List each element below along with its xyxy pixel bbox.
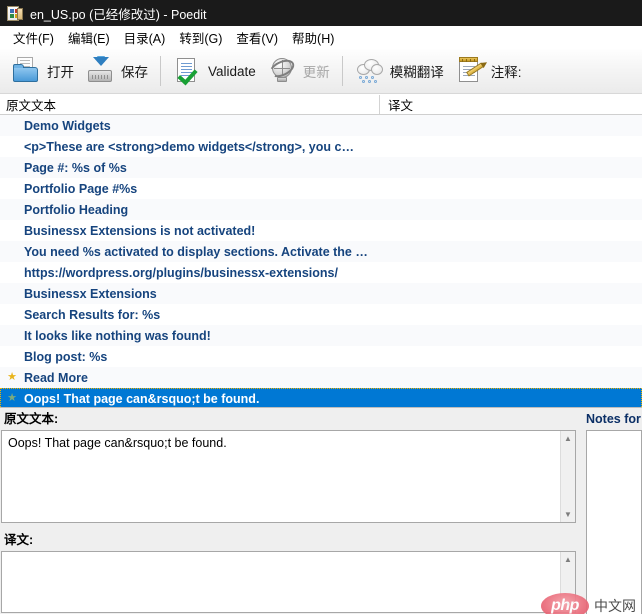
open-button[interactable]: 打开 <box>6 52 80 90</box>
validate-button[interactable]: Validate <box>167 52 262 90</box>
row-flag-icon: ★ <box>7 371 17 383</box>
row-source-text: Businessx Extensions <box>24 286 157 301</box>
save-button[interactable]: 保存 <box>80 52 154 90</box>
source-text-box[interactable]: Oops! That page can&rsquo;t be found. ▲ … <box>1 430 576 523</box>
table-row[interactable]: Businessx Extensions is not activated! <box>0 220 642 241</box>
source-text-label: 原文文本: <box>0 408 578 430</box>
translation-text-value <box>2 552 575 562</box>
notes-label: Notes for <box>586 408 642 430</box>
poedit-window: en_US.po (已经修改过) - Poedit 文件(F) 编辑(E) 目录… <box>0 0 642 614</box>
table-row[interactable]: <p>These are <strong>demo widgets</stron… <box>0 136 642 157</box>
translation-text-scrollbar[interactable]: ▲ ▼ <box>560 552 575 612</box>
scroll-up-icon[interactable]: ▲ <box>561 431 575 446</box>
editor-left-pane: 原文文本: Oops! That page can&rsquo;t be fou… <box>0 408 578 614</box>
table-row[interactable]: You need %s activated to display section… <box>0 241 642 262</box>
save-button-label: 保存 <box>121 65 148 80</box>
menu-item-help[interactable]: 帮助(H) <box>285 26 341 49</box>
row-source-text: You need %s activated to display section… <box>24 244 368 259</box>
row-source-text: Search Results for: %s <box>24 307 161 322</box>
fuzzy-clouds-icon <box>355 56 385 86</box>
table-row[interactable]: ★ Read More <box>0 367 642 388</box>
menu-item-file[interactable]: 文件(F) <box>6 26 61 49</box>
row-source-text: https://wordpress.org/plugins/businessx-… <box>24 265 338 280</box>
catalog-list[interactable]: Demo Widgets <p>These are <strong>demo w… <box>0 115 642 408</box>
row-source-text: Portfolio Heading <box>24 202 129 217</box>
table-row[interactable]: Portfolio Page #%s <box>0 178 642 199</box>
table-row[interactable]: Search Results for: %s <box>0 304 642 325</box>
table-row[interactable]: Page #: %s of %s <box>0 157 642 178</box>
translation-label: 译文: <box>0 529 578 551</box>
toolbar: 打开 保存 Validate 更新 模糊翻译 注释: <box>0 49 642 94</box>
toolbar-separator-1 <box>160 56 161 86</box>
table-row[interactable]: Blog post: %s <box>0 346 642 367</box>
notes-pane: Notes for <box>578 408 642 614</box>
row-source-text: Demo Widgets <box>24 118 111 133</box>
fuzzy-translate-button-label: 模糊翻译 <box>389 65 444 80</box>
row-source-text: <p>These are <strong>demo widgets</stron… <box>24 139 354 154</box>
table-row[interactable]: https://wordpress.org/plugins/businessx-… <box>0 262 642 283</box>
editor-area: 原文文本: Oops! That page can&rsquo;t be fou… <box>0 408 642 614</box>
update-button[interactable]: 更新 <box>262 52 336 90</box>
menu-item-catalog[interactable]: 目录(A) <box>117 26 173 49</box>
notes-button[interactable]: 注释: <box>450 52 528 90</box>
table-row-selected[interactable]: ★ Oops! That page can&rsquo;t be found. <box>0 388 642 407</box>
row-source-text: Portfolio Page #%s <box>24 181 138 196</box>
notes-pencil-icon <box>456 56 486 86</box>
column-header-source[interactable]: 原文文本 <box>0 95 379 114</box>
column-header-translation[interactable]: 译文 <box>379 94 642 114</box>
row-source-text: Page #: %s of %s <box>24 160 127 175</box>
source-text-scrollbar[interactable]: ▲ ▼ <box>560 431 575 522</box>
validate-button-label: Validate <box>208 63 256 79</box>
table-row[interactable]: Businessx Extensions <box>0 283 642 304</box>
open-button-label: 打开 <box>47 65 74 80</box>
notes-button-label: 注释: <box>490 65 522 80</box>
toolbar-separator-2 <box>341 56 343 86</box>
translation-text-box[interactable]: ▲ ▼ <box>1 551 576 613</box>
window-title: en_US.po (已经修改过) - Poedit <box>30 7 207 22</box>
row-source-text: Read More <box>24 370 88 385</box>
title-bar: en_US.po (已经修改过) - Poedit <box>0 0 642 26</box>
fuzzy-translate-button[interactable]: 模糊翻译 <box>349 52 450 90</box>
poedit-app-icon <box>6 5 23 22</box>
menu-item-go[interactable]: 转到(G) <box>172 26 229 49</box>
menu-item-view[interactable]: 查看(V) <box>229 26 285 49</box>
menu-item-edit[interactable]: 编辑(E) <box>61 26 117 49</box>
source-text-value: Oops! That page can&rsquo;t be found. <box>8 436 227 450</box>
validate-check-icon <box>173 56 203 86</box>
table-row[interactable]: It looks like nothing was found! <box>0 325 642 346</box>
row-source-text: Businessx Extensions is not activated! <box>24 223 256 238</box>
row-source-text: Oops! That page can&rsquo;t be found. <box>24 391 260 406</box>
row-source-text: It looks like nothing was found! <box>24 328 211 343</box>
notes-text-box[interactable] <box>586 430 642 614</box>
open-folder-icon <box>12 56 42 86</box>
row-source-text: Blog post: %s <box>24 349 108 364</box>
table-row[interactable]: Portfolio Heading <box>0 199 642 220</box>
row-flag-icon: ★ <box>7 392 17 404</box>
update-button-label: 更新 <box>302 65 330 80</box>
save-disk-icon <box>86 56 116 86</box>
table-row[interactable]: Demo Widgets <box>0 115 642 136</box>
list-column-headers: 原文文本 译文 <box>0 94 642 115</box>
menu-bar: 文件(F) 编辑(E) 目录(A) 转到(G) 查看(V) 帮助(H) <box>0 26 642 49</box>
scroll-down-icon[interactable]: ▼ <box>561 597 575 612</box>
update-globe-icon <box>266 56 298 86</box>
scroll-up-icon[interactable]: ▲ <box>561 552 575 567</box>
scroll-down-icon[interactable]: ▼ <box>561 507 575 522</box>
